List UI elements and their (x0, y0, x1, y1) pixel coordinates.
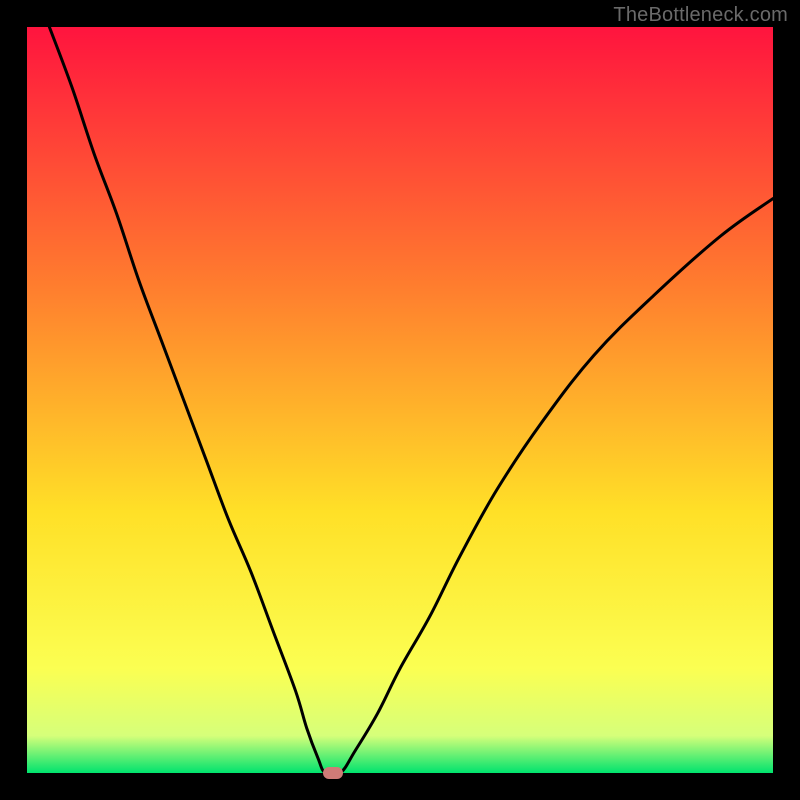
optimal-marker (323, 767, 343, 779)
plot-area (27, 27, 773, 773)
gradient-background (27, 27, 773, 773)
plot-svg (27, 27, 773, 773)
watermark-text: TheBottleneck.com (613, 4, 788, 27)
chart-frame: TheBottleneck.com (0, 0, 800, 800)
